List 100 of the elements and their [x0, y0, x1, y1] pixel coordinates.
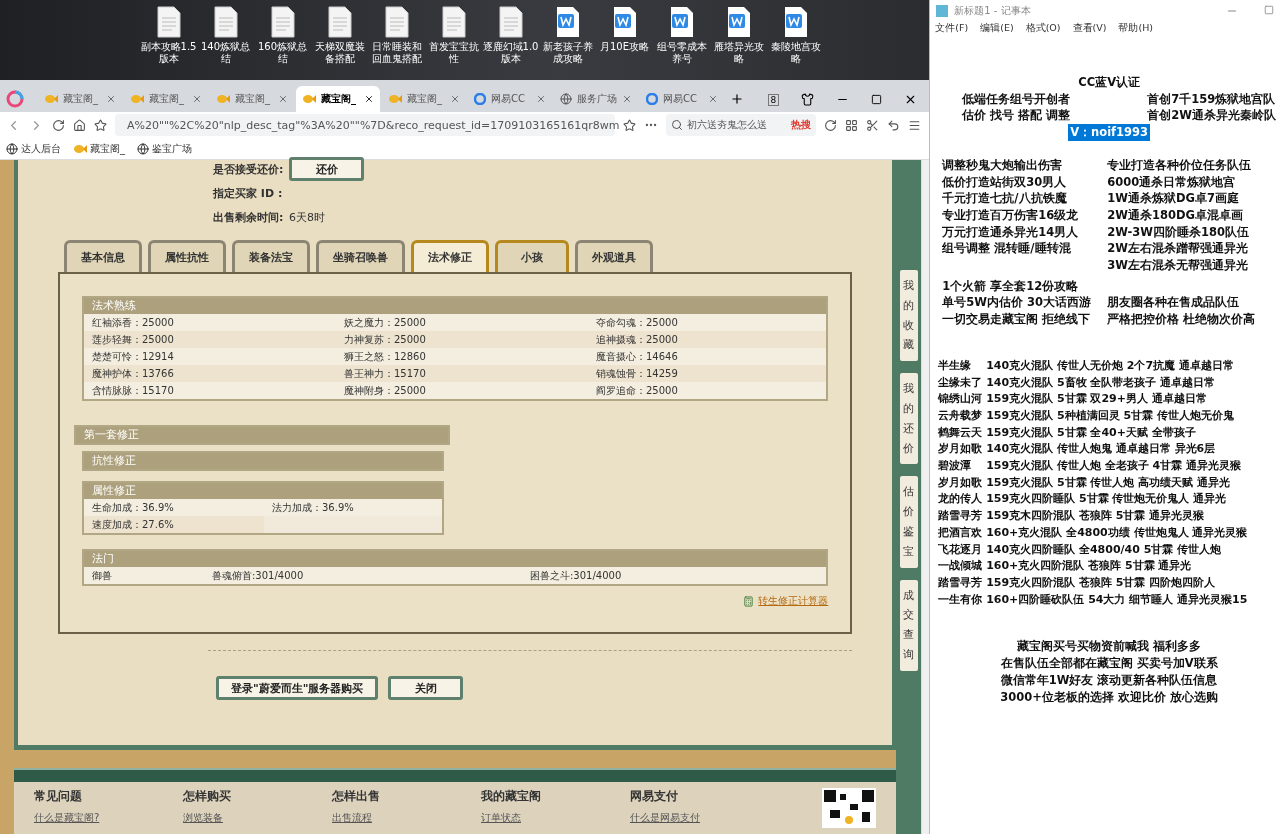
reload-icon[interactable] [52, 118, 65, 132]
desktop-icon-label[interactable]: 日常睡装和回血鬼搭配 [368, 41, 425, 65]
text-line: 调整秒鬼大炮输出伤害 [942, 157, 1063, 172]
method-entry: 兽魂俯首:301/4000 [204, 567, 522, 584]
text-line: 严格把控价格 杜绝物次价高 [1107, 312, 1256, 327]
text-line: 单号5W内估价 30大话西游 [942, 295, 1091, 310]
undo-icon[interactable] [887, 118, 900, 132]
text-line: 首创7千159炼狱地宫队 [1147, 90, 1276, 108]
home-icon[interactable] [73, 118, 86, 132]
scissors-icon[interactable] [866, 118, 879, 132]
text-line: 6000通杀日常炼狱地宫 [1107, 174, 1236, 189]
menu-icon[interactable] [908, 118, 921, 132]
footer-link[interactable]: 什么是藏宝阁? [34, 811, 183, 825]
text-line: 2W-3W四阶睡杀180队伍 [1107, 224, 1249, 239]
close-icon[interactable] [364, 94, 374, 104]
counter-offer-button[interactable]: 还价 [289, 157, 364, 181]
section-tab[interactable]: 基本信息 [64, 240, 142, 272]
browser-tab[interactable]: 网易CC [468, 86, 552, 112]
desktop-icon-label[interactable]: 首发宝宝抗性 [425, 41, 482, 65]
desktop-icon-label[interactable]: 组号零成本养号 [653, 41, 710, 65]
text-line: 低价打造站街双30男人 [942, 174, 1067, 189]
text-line: 藏宝阁买号买物资前喊我 福利多多 [1016, 638, 1203, 656]
text-document-icon[interactable] [441, 6, 466, 38]
scrollbar[interactable] [921, 160, 930, 834]
search-field[interactable]: 初六送夯鬼怎么送 热搜 [666, 114, 816, 136]
section-tab[interactable]: 法术修正 [411, 240, 489, 272]
menu-item[interactable]: 编辑(E) [980, 22, 1014, 40]
text-document-icon[interactable] [498, 6, 523, 38]
text-document-icon[interactable] [327, 6, 352, 38]
text-line: 3W左右混杀无帮强通异光 [1107, 258, 1248, 273]
word-document-icon[interactable] [725, 6, 752, 38]
menu-item[interactable]: 帮助(H) [1118, 22, 1153, 40]
globe-icon [6, 142, 18, 155]
footer-heading: 常见问题 [34, 788, 83, 805]
tab-count-badge[interactable]: 8 [767, 93, 780, 106]
field-label: 出售剩余时间: [213, 209, 283, 225]
side-nav-item[interactable]: 我的还价 [899, 373, 918, 465]
login-purchase-button[interactable]: 登录"蔚爱而生"服务器购买 [216, 676, 379, 700]
desktop-icon-label[interactable]: 月10E攻略 [596, 41, 653, 53]
close-button[interactable]: 关闭 [388, 676, 464, 700]
word-document-icon[interactable] [782, 6, 809, 38]
word-document-icon[interactable] [554, 6, 581, 38]
side-nav-item[interactable]: 成交查询 [899, 579, 918, 671]
window-title: 新标题1 - 记事本 [954, 4, 1031, 18]
browser-tab[interactable]: 网易CC [640, 86, 724, 112]
menu-item[interactable]: 查看(V) [1072, 22, 1107, 40]
footer-link[interactable]: 什么是网易支付 [630, 811, 779, 825]
word-document-icon[interactable] [611, 6, 638, 38]
browser-tab[interactable]: 藏宝阁_ [296, 86, 380, 112]
bookmark-item[interactable]: 鉴宝广场 [137, 141, 192, 156]
desktop-icon-label[interactable]: 副本攻略1.5版本 [140, 41, 197, 65]
section-tab[interactable]: 外观道具 [575, 240, 653, 272]
browser-tab[interactable]: 服务广场 [554, 86, 638, 112]
search-icon [671, 119, 683, 131]
bookmark-icon[interactable] [94, 118, 107, 132]
desktop-icon-label[interactable]: 逐鹿幻域1.0版本 [482, 41, 539, 65]
skill-entry: 红袖添香：25000 [84, 314, 336, 331]
grid-icon[interactable] [845, 118, 858, 132]
menu-item[interactable]: 格式(O) [1025, 22, 1061, 40]
side-nav-item[interactable]: 我的收藏 [899, 270, 918, 362]
text-line: 一切交易走藏宝阁 拒绝线下 [942, 312, 1091, 327]
maximize-icon[interactable] [871, 94, 883, 105]
section-tab[interactable]: 装备法宝 [232, 240, 310, 272]
desktop-icon-label[interactable]: 天梯双魔装备搭配 [311, 41, 368, 65]
section-tab[interactable]: 坐骑召唤兽 [316, 240, 405, 272]
side-nav-item[interactable]: 估价鉴宝 [899, 476, 918, 568]
browser-tab[interactable]: 藏宝阁_ [210, 86, 294, 112]
fish-icon [73, 142, 87, 155]
section-tab[interactable]: 属性抗性 [148, 240, 226, 272]
desktop-icon-label[interactable]: 秦陵地宫攻略 [767, 41, 824, 65]
refresh-icon[interactable] [824, 118, 837, 132]
skill-entry: 销魂蚀骨：14259 [588, 365, 827, 382]
section-tab[interactable]: 小孩 [495, 240, 569, 272]
text-document-icon[interactable] [156, 6, 181, 38]
browser-tab[interactable]: 藏宝阁_ [382, 86, 466, 112]
text-document-icon[interactable] [384, 6, 409, 38]
text-line: 专业打造百万伤害16级龙 [942, 207, 1079, 222]
footer-link[interactable]: 订单状态 [481, 811, 630, 825]
desktop-icon-label[interactable]: 140炼狱总结 [197, 41, 254, 65]
browser-tab[interactable]: 藏宝阁_ [124, 86, 208, 112]
footer-link[interactable]: 浏览装备 [183, 811, 332, 825]
tab-title: 藏宝阁_ [235, 92, 270, 106]
text-line: 一战倾城 160+克火四阶混队 苍狼阵 5甘霖 通异光 [938, 558, 1193, 575]
text-line: 锦绣山河 159克火混队 5甘霖 双29+男人 通卓越日常 [938, 391, 1208, 408]
browser-tab[interactable]: 藏宝阁_ [38, 86, 122, 112]
footer-heading: 网易支付 [630, 788, 679, 805]
shirt-icon[interactable] [801, 93, 815, 106]
footer-link[interactable]: 出售流程 [332, 811, 481, 825]
desktop-icon-label[interactable]: 雁塔异光攻略 [710, 41, 767, 65]
menu-item[interactable]: 文件(F) [935, 22, 969, 40]
desktop-icon-label[interactable]: 160炼狱总结 [254, 41, 311, 65]
text-document-icon[interactable] [270, 6, 295, 38]
star-icon[interactable] [623, 118, 636, 132]
word-document-icon[interactable] [668, 6, 695, 38]
new-tab-icon[interactable] [730, 92, 744, 106]
bookmark-item[interactable]: 藏宝阁_ [73, 141, 125, 156]
desktop-icon-label[interactable]: 新老孩子养成攻略 [539, 41, 596, 65]
text-document-icon[interactable] [213, 6, 238, 38]
browser-logo-icon[interactable] [6, 90, 24, 108]
bookmark-item[interactable]: 达人后台 [6, 141, 61, 156]
